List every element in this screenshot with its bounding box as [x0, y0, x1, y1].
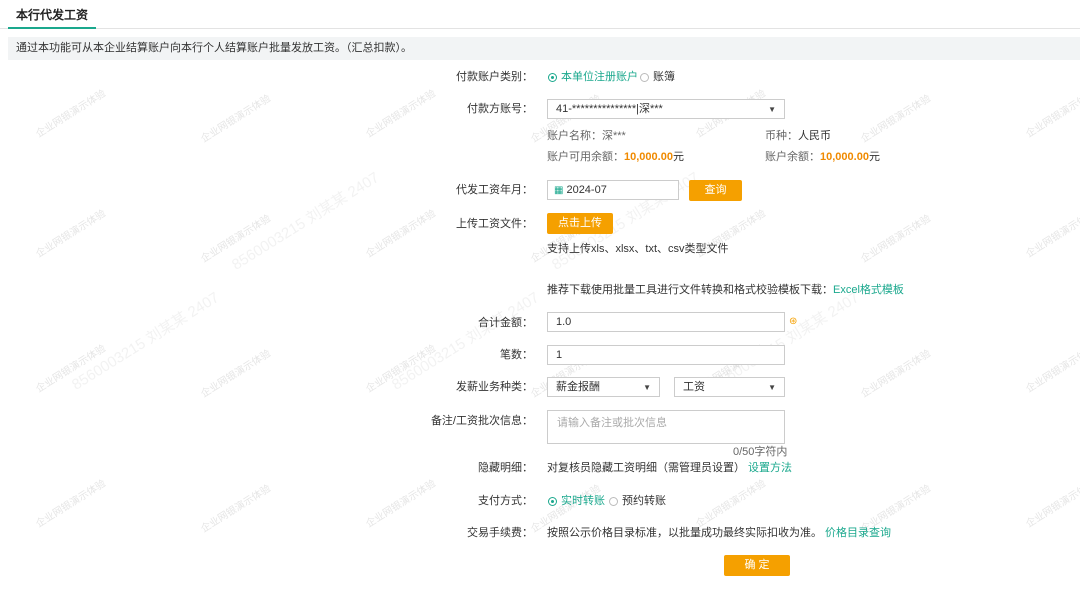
- pay-method-radio-scheduled[interactable]: 预约转账: [609, 493, 666, 509]
- radio-label: 预约转账: [622, 495, 666, 507]
- upload-button[interactable]: 点击上传: [547, 213, 613, 234]
- pay-month-value: 2024-07: [566, 184, 607, 196]
- account-name: 账户名称：深***: [547, 128, 626, 144]
- hidden-detail: 对复核员隐藏工资明细（需管理员设置） 设置方法: [547, 460, 792, 476]
- chevron-down-icon: ▼: [768, 383, 776, 392]
- chevron-down-icon: ▼: [768, 105, 776, 114]
- watermark-id: 8560003215 刘某某 2407: [68, 289, 223, 394]
- watermark-text: 企业网银演示体验: [1024, 478, 1080, 531]
- account-type-label: 付款账户类别：: [456, 71, 533, 83]
- available-balance: 账户可用余额：10,000.00元: [547, 149, 684, 165]
- watermark-text: 企业网银演示体验: [34, 88, 108, 141]
- total-amount-label: 合计金额：: [478, 317, 533, 329]
- pay-month-picker[interactable]: ▦ 2024-07: [547, 180, 679, 200]
- hidden-detail-label: 隐藏明细：: [478, 462, 533, 474]
- watermark-text: 企业网银演示体验: [199, 93, 273, 146]
- available-balance-label: 账户可用余额：: [547, 151, 624, 163]
- account-currency: 币种：人民币: [765, 128, 831, 144]
- calendar-icon: ▦: [554, 185, 564, 196]
- query-button[interactable]: 查询: [689, 180, 742, 201]
- radio-unchecked-icon: [609, 496, 618, 506]
- count-label: 笔数：: [500, 349, 533, 361]
- tab-bar: 本行代发工资: [0, 0, 1080, 29]
- watermark-text: 企业网银演示体验: [199, 213, 273, 266]
- business-type-primary-value: 薪金报酬: [556, 381, 600, 393]
- watermark-text: 企业网银演示体验: [859, 213, 933, 266]
- business-type-secondary-select[interactable]: 工资 ▼: [674, 377, 785, 397]
- watermark-text: 企业网银演示体验: [859, 348, 933, 401]
- confirm-button[interactable]: 确 定: [724, 555, 790, 576]
- watermark-text: 企业网银演示体验: [1024, 88, 1080, 141]
- watermark-text: 企业网银演示体验: [859, 93, 933, 146]
- payer-account-value: 41-***************|深***: [556, 103, 663, 115]
- remark-label: 备注/工资批次信息：: [430, 415, 533, 427]
- available-balance-unit: 元: [672, 151, 684, 163]
- watermark-text: 企业网银演示体验: [34, 343, 108, 396]
- total-amount-input[interactable]: 1.0: [547, 312, 785, 332]
- tab-payroll[interactable]: 本行代发工资: [8, 0, 97, 29]
- pay-method-radio-realtime[interactable]: 实时转账: [548, 493, 605, 509]
- account-balance-value: 10,000.00: [820, 151, 869, 163]
- count-input[interactable]: 1: [547, 345, 785, 365]
- total-amount-value: 1.0: [556, 316, 572, 328]
- upload-label: 上传工资文件：: [456, 218, 533, 230]
- remark-textarea[interactable]: 请输入备注或批次信息: [547, 410, 785, 444]
- business-type-primary-select[interactable]: 薪金报酬 ▼: [547, 377, 660, 397]
- account-balance: 账户余额：10,000.00元: [765, 149, 880, 165]
- amount-info-icon[interactable]: ⊛: [789, 314, 797, 330]
- pay-month-label: 代发工资年月：: [456, 184, 533, 196]
- account-name-value: 深***: [602, 130, 626, 142]
- business-type-label: 发薪业务种类：: [456, 381, 533, 393]
- account-balance-unit: 元: [868, 151, 880, 163]
- watermark-text: 企业网银演示体验: [199, 483, 273, 536]
- price-catalog-link[interactable]: 价格目录查询: [825, 527, 891, 539]
- remark-placeholder: 请输入备注或批次信息: [557, 417, 667, 429]
- setting-method-link[interactable]: 设置方法: [748, 462, 792, 474]
- account-type-radio-registered[interactable]: 本单位注册账户: [548, 69, 638, 85]
- currency-label: 币种：: [765, 130, 798, 142]
- pay-method-label: 支付方式：: [478, 495, 533, 507]
- watermark-text: 企业网银演示体验: [34, 208, 108, 261]
- fee-label: 交易手续费：: [467, 527, 533, 539]
- watermark-text: 企业网银演示体验: [694, 478, 768, 531]
- radio-label: 本单位注册账户: [561, 71, 638, 83]
- business-type-secondary-value: 工资: [683, 381, 705, 393]
- currency-value: 人民币: [798, 130, 831, 142]
- template-download: 推荐下载使用批量工具进行文件转换和格式校验模板下载：Excel格式模板: [547, 282, 904, 298]
- radio-checked-icon: [548, 496, 557, 506]
- watermark-id: 8560003215 刘某某 2407: [228, 169, 383, 274]
- account-name-label: 账户名称：: [547, 130, 602, 142]
- account-type-radio-ledger[interactable]: 账簿: [640, 69, 675, 85]
- upload-hint: 支持上传xls、xlsx、txt、csv类型文件: [547, 243, 729, 255]
- watermark-text: 企业网银演示体验: [1024, 343, 1080, 396]
- fee-info: 按照公示价格目录标准，以批量成功最终实际扣收为准。 价格目录查询: [547, 525, 891, 541]
- payer-account-label: 付款方账号：: [467, 103, 533, 115]
- remark-counter: 0/50字符内: [733, 446, 788, 458]
- chevron-down-icon: ▼: [643, 383, 651, 392]
- radio-label: 账簿: [653, 71, 675, 83]
- notice-bar: 通过本功能可从本企业结算账户向本行个人结算账户批量发放工资。（汇总扣款）。: [8, 37, 1080, 60]
- template-text: 推荐下载使用批量工具进行文件转换和格式校验模板下载：: [547, 284, 833, 296]
- account-balance-label: 账户余额：: [765, 151, 820, 163]
- count-value: 1: [556, 349, 563, 361]
- watermark-text: 企业网银演示体验: [199, 348, 273, 401]
- available-balance-value: 10,000.00: [624, 151, 673, 163]
- radio-label: 实时转账: [561, 495, 605, 507]
- excel-template-link[interactable]: Excel格式模板: [833, 284, 904, 296]
- watermark-text: 企业网银演示体验: [34, 478, 108, 531]
- fee-text: 按照公示价格目录标准，以批量成功最终实际扣收为准。: [547, 527, 822, 539]
- hidden-detail-text: 对复核员隐藏工资明细（需管理员设置）: [547, 462, 745, 474]
- radio-checked-icon: [548, 72, 557, 82]
- watermark-text: 企业网银演示体验: [1024, 208, 1080, 261]
- radio-unchecked-icon: [640, 72, 649, 82]
- watermark-text: 企业网银演示体验: [364, 208, 438, 261]
- payer-account-select[interactable]: 41-***************|深*** ▼: [547, 99, 785, 119]
